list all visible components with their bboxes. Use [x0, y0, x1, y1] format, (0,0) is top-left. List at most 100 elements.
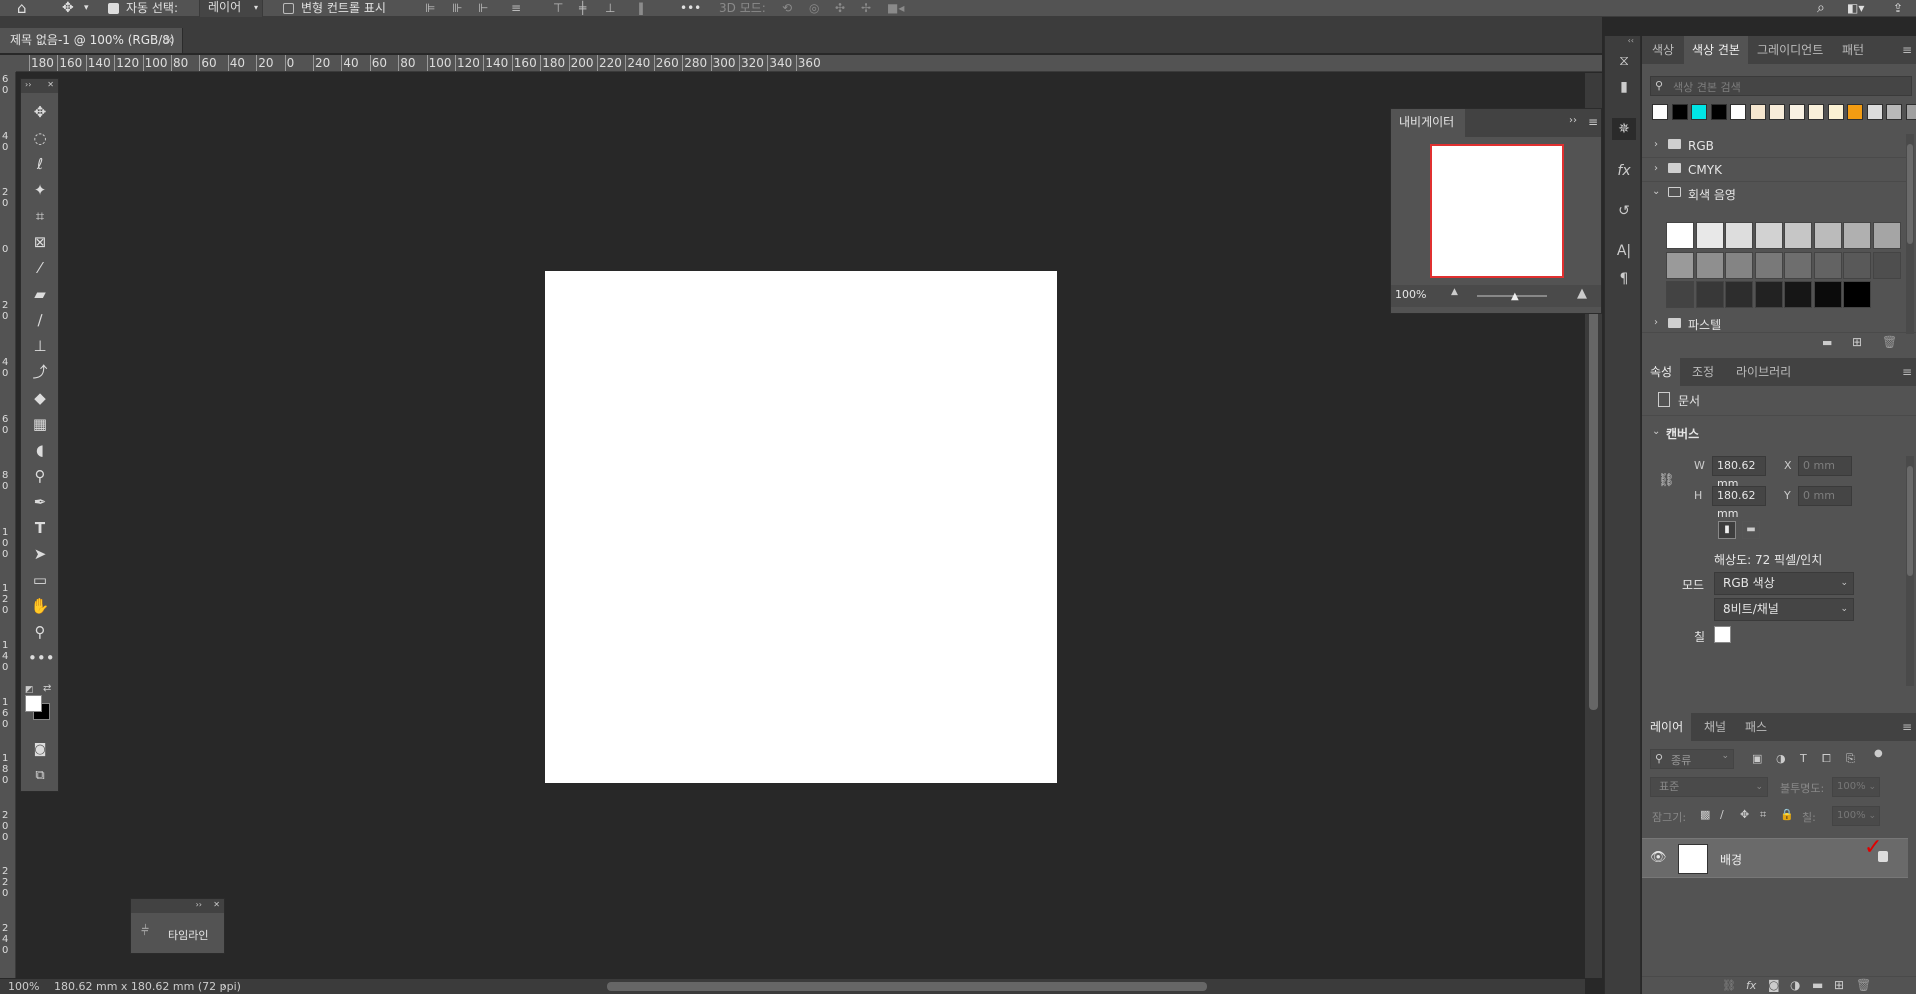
recent-swatch[interactable]	[1847, 104, 1863, 120]
grayscale-swatch[interactable]	[1695, 281, 1724, 308]
recent-swatch[interactable]	[1652, 104, 1668, 120]
zoom-slider-handle[interactable]: ▲	[1511, 291, 1519, 302]
swatch-group-rgb[interactable]: › RGB	[1642, 134, 1908, 158]
chevron-down-icon[interactable]: ⌄	[1652, 186, 1660, 197]
brush-tool-icon[interactable]: ∕	[28, 309, 52, 331]
clone-stamp-tool-icon[interactable]: ⊥	[28, 335, 52, 357]
delete-layer-icon[interactable]: 🗑	[1856, 978, 1871, 992]
lasso-tool-icon[interactable]: ℓ	[28, 153, 52, 175]
swap-colors-icon[interactable]: ⇄	[43, 683, 51, 694]
layer-filter-select[interactable]: ⚲ 종류 ⌄	[1650, 749, 1734, 769]
gradient-tool-icon[interactable]: ▦	[28, 413, 52, 435]
adjustment-layer-icon[interactable]: ◑	[1790, 978, 1800, 992]
filter-pixel-icon[interactable]: ▣	[1752, 752, 1762, 765]
more-options-button[interactable]: •••	[680, 0, 701, 17]
eraser-tool-icon[interactable]: ◆	[28, 387, 52, 409]
layer-fill-field[interactable]: 100% ⌄	[1832, 806, 1880, 826]
swatches-search-input[interactable]: 색상 견본 검색	[1673, 79, 1741, 95]
marquee-tool-icon[interactable]: ◌	[28, 127, 52, 149]
landscape-orientation-icon[interactable]: ▬	[1742, 521, 1760, 539]
filter-adjustment-icon[interactable]: ◑	[1776, 752, 1786, 765]
rectangle-tool-icon[interactable]: ▭	[28, 569, 52, 591]
timeline-label[interactable]: 타임라인	[168, 927, 208, 943]
workspace-icon[interactable]: ◧▾	[1847, 0, 1864, 17]
align-center-icon[interactable]: ⊪	[452, 0, 462, 17]
transform-controls-checkbox[interactable]	[283, 3, 294, 14]
swatch-group-grayscale[interactable]: ⌄ 회색 음영	[1642, 182, 1908, 206]
tab-layers[interactable]: 레이어	[1642, 713, 1692, 741]
recent-swatch[interactable]	[1866, 104, 1883, 120]
tab-properties[interactable]: 속성	[1642, 358, 1681, 386]
grayscale-swatch[interactable]	[1784, 251, 1812, 279]
lock-image-icon[interactable]: ∕	[1720, 808, 1724, 821]
filter-shape-icon[interactable]: ⧠	[1822, 752, 1831, 766]
grayscale-swatch[interactable]	[1695, 251, 1724, 279]
recent-swatch[interactable]	[1691, 104, 1707, 120]
grayscale-swatch[interactable]	[1725, 251, 1753, 279]
history-icon[interactable]: ⧖	[1612, 50, 1636, 72]
width-field[interactable]: 180.62 mm	[1712, 456, 1766, 490]
portrait-orientation-icon[interactable]: ▮	[1718, 521, 1736, 539]
new-group-icon[interactable]: ▬	[1822, 336, 1832, 349]
grayscale-swatch[interactable]	[1843, 222, 1871, 249]
hand-tool-icon[interactable]: ✋	[28, 595, 52, 617]
fill-color-swatch[interactable]	[1714, 626, 1731, 643]
grayscale-swatch[interactable]	[1843, 281, 1871, 308]
foreground-color-swatch[interactable]	[25, 695, 42, 712]
tab-gradients[interactable]: 그레이디언트	[1757, 36, 1823, 64]
search-icon[interactable]: ⌕	[1817, 0, 1825, 17]
close-icon[interactable]: ✕	[47, 80, 54, 89]
recent-swatch[interactable]	[1788, 104, 1805, 120]
filter-smart-object-icon[interactable]: ⎘	[1846, 752, 1855, 766]
document-canvas[interactable]	[545, 271, 1057, 783]
recent-swatch[interactable]	[1749, 104, 1766, 120]
align-right-icon[interactable]: ⊩	[478, 0, 488, 17]
zoom-out-icon[interactable]: ▲	[1451, 287, 1458, 297]
tool-preset-chevron-icon[interactable]: ▾	[84, 0, 89, 17]
healing-brush-tool-icon[interactable]: ▰	[28, 283, 52, 305]
type-tool-icon[interactable]: T	[28, 517, 52, 539]
lock-artboard-icon[interactable]: ⌗	[1760, 808, 1766, 822]
blur-tool-icon[interactable]: ◖	[28, 439, 52, 461]
edit-toolbar-icon[interactable]: •••	[28, 647, 55, 669]
zoom-in-icon[interactable]: ▲	[1577, 286, 1587, 301]
tab-adjustments[interactable]: 조정	[1692, 358, 1714, 386]
recent-swatch[interactable]	[1710, 104, 1727, 120]
panel-menu-icon[interactable]: ≡	[1588, 115, 1598, 129]
move-tool-icon[interactable]: ✥	[28, 101, 52, 123]
tab-navigator[interactable]: 내비게이터	[1391, 109, 1465, 137]
navigator-zoom-field[interactable]: 100%	[1395, 288, 1447, 304]
lock-transparent-icon[interactable]: ▩	[1700, 808, 1710, 821]
swatches-search[interactable]: ⚲ 색상 견본 검색	[1650, 76, 1912, 96]
status-zoom[interactable]: 100%	[8, 979, 39, 994]
tab-paths[interactable]: 패스	[1745, 713, 1767, 741]
grayscale-swatch[interactable]	[1843, 251, 1871, 279]
align-bottom-icon[interactable]: ⊥	[605, 0, 615, 17]
grayscale-swatch[interactable]	[1754, 222, 1783, 249]
layer-name[interactable]: 배경	[1720, 851, 1742, 868]
panel-menu-icon[interactable]: ≡	[1902, 36, 1912, 64]
grayscale-swatch[interactable]	[1813, 281, 1842, 308]
auto-select-dropdown[interactable]: 레이어 ▾	[199, 0, 263, 18]
grayscale-swatch[interactable]	[1872, 251, 1901, 279]
frame-tool-icon[interactable]: ⊠	[28, 231, 52, 253]
recent-swatch[interactable]	[1905, 104, 1916, 120]
horizontal-scroll-thumb[interactable]	[607, 982, 1207, 991]
auto-select-checkbox[interactable]	[108, 3, 119, 14]
swatches-scrollbar[interactable]	[1906, 134, 1914, 334]
link-icon[interactable]: ⛓	[1658, 473, 1675, 488]
align-left-icon[interactable]: ⊫	[425, 0, 435, 17]
tab-color[interactable]: 색상	[1652, 36, 1674, 64]
eyedropper-tool-icon[interactable]: ⁄	[28, 257, 52, 279]
glyphs-icon[interactable]: ✵	[1612, 118, 1636, 140]
grayscale-swatch[interactable]	[1754, 281, 1783, 308]
vertical-scroll-thumb[interactable]	[1589, 300, 1598, 710]
crop-tool-icon[interactable]: ⌗	[28, 205, 52, 227]
new-layer-icon[interactable]: ⊞	[1834, 978, 1844, 992]
grayscale-swatch[interactable]	[1813, 222, 1842, 249]
move-tool-icon[interactable]: ✥	[62, 0, 74, 17]
character-icon[interactable]: A|	[1612, 240, 1636, 262]
pen-tool-icon[interactable]: ✒	[28, 491, 52, 513]
recent-swatch[interactable]	[1671, 104, 1688, 120]
lock-position-icon[interactable]: ✥	[1740, 808, 1749, 821]
